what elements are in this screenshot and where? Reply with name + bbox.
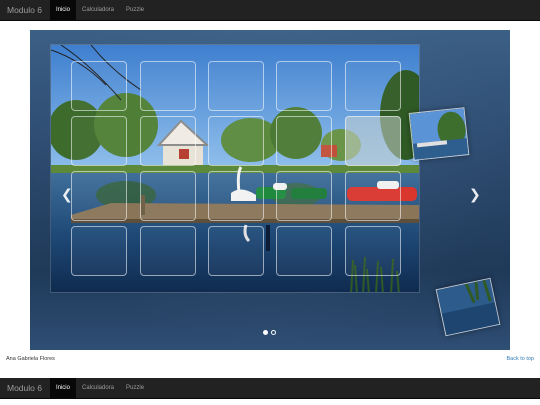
puzzle-tile xyxy=(71,116,127,166)
carousel-indicator-2[interactable] xyxy=(271,330,276,335)
footer-author: Ana Gabriela Flores xyxy=(6,356,55,362)
puzzle-tile xyxy=(208,226,264,276)
puzzle-tile xyxy=(140,171,196,221)
back-to-top-link[interactable]: Back to top xyxy=(506,352,534,366)
carousel-prev-chevron-left-icon[interactable]: ❮ xyxy=(61,187,73,201)
puzzle-tile xyxy=(140,116,196,166)
nav-item-calculadora[interactable]: Calculadora xyxy=(76,0,120,20)
carousel-indicator-1[interactable] xyxy=(263,330,268,335)
puzzle-tile xyxy=(208,171,264,221)
navbar-brand[interactable]: Modulo 6 xyxy=(0,0,50,20)
top-navbar: Modulo 6 Inicio Calculadora Puzzle xyxy=(0,0,540,21)
nav-item-calculadora-bottom[interactable]: Calculadora xyxy=(76,378,120,398)
image-carousel: ❮ ❯ xyxy=(30,30,510,350)
puzzle-tile xyxy=(345,61,401,111)
nav-item-inicio[interactable]: Inicio xyxy=(49,0,76,20)
puzzle-tile xyxy=(276,61,332,111)
puzzle-tile xyxy=(276,171,332,221)
carousel-slide-image xyxy=(50,44,420,293)
puzzle-tile xyxy=(71,61,127,111)
puzzle-tile xyxy=(345,226,401,276)
puzzle-tile xyxy=(140,226,196,276)
bottom-navbar: Modulo 6 Inicio Calculadora Puzzle xyxy=(0,378,540,399)
puzzle-tile xyxy=(71,171,127,221)
page-footer: Ana Gabriela Flores Back to top xyxy=(0,352,540,366)
carousel-indicators xyxy=(263,330,276,335)
puzzle-tile xyxy=(345,171,401,221)
puzzle-tile xyxy=(208,116,264,166)
navbar-brand-bottom[interactable]: Modulo 6 xyxy=(0,378,50,398)
puzzle-tile xyxy=(140,61,196,111)
nav-item-puzzle[interactable]: Puzzle xyxy=(120,0,150,20)
flying-puzzle-tile xyxy=(408,107,470,161)
nav-item-puzzle-bottom[interactable]: Puzzle xyxy=(120,378,150,398)
carousel-next-chevron-right-icon[interactable]: ❯ xyxy=(469,187,481,201)
puzzle-tile-frosted xyxy=(345,116,401,166)
puzzle-tile xyxy=(71,226,127,276)
nav-item-inicio-bottom[interactable]: Inicio xyxy=(49,378,76,398)
puzzle-tile xyxy=(208,61,264,111)
puzzle-tile xyxy=(276,116,332,166)
puzzle-tile xyxy=(276,226,332,276)
